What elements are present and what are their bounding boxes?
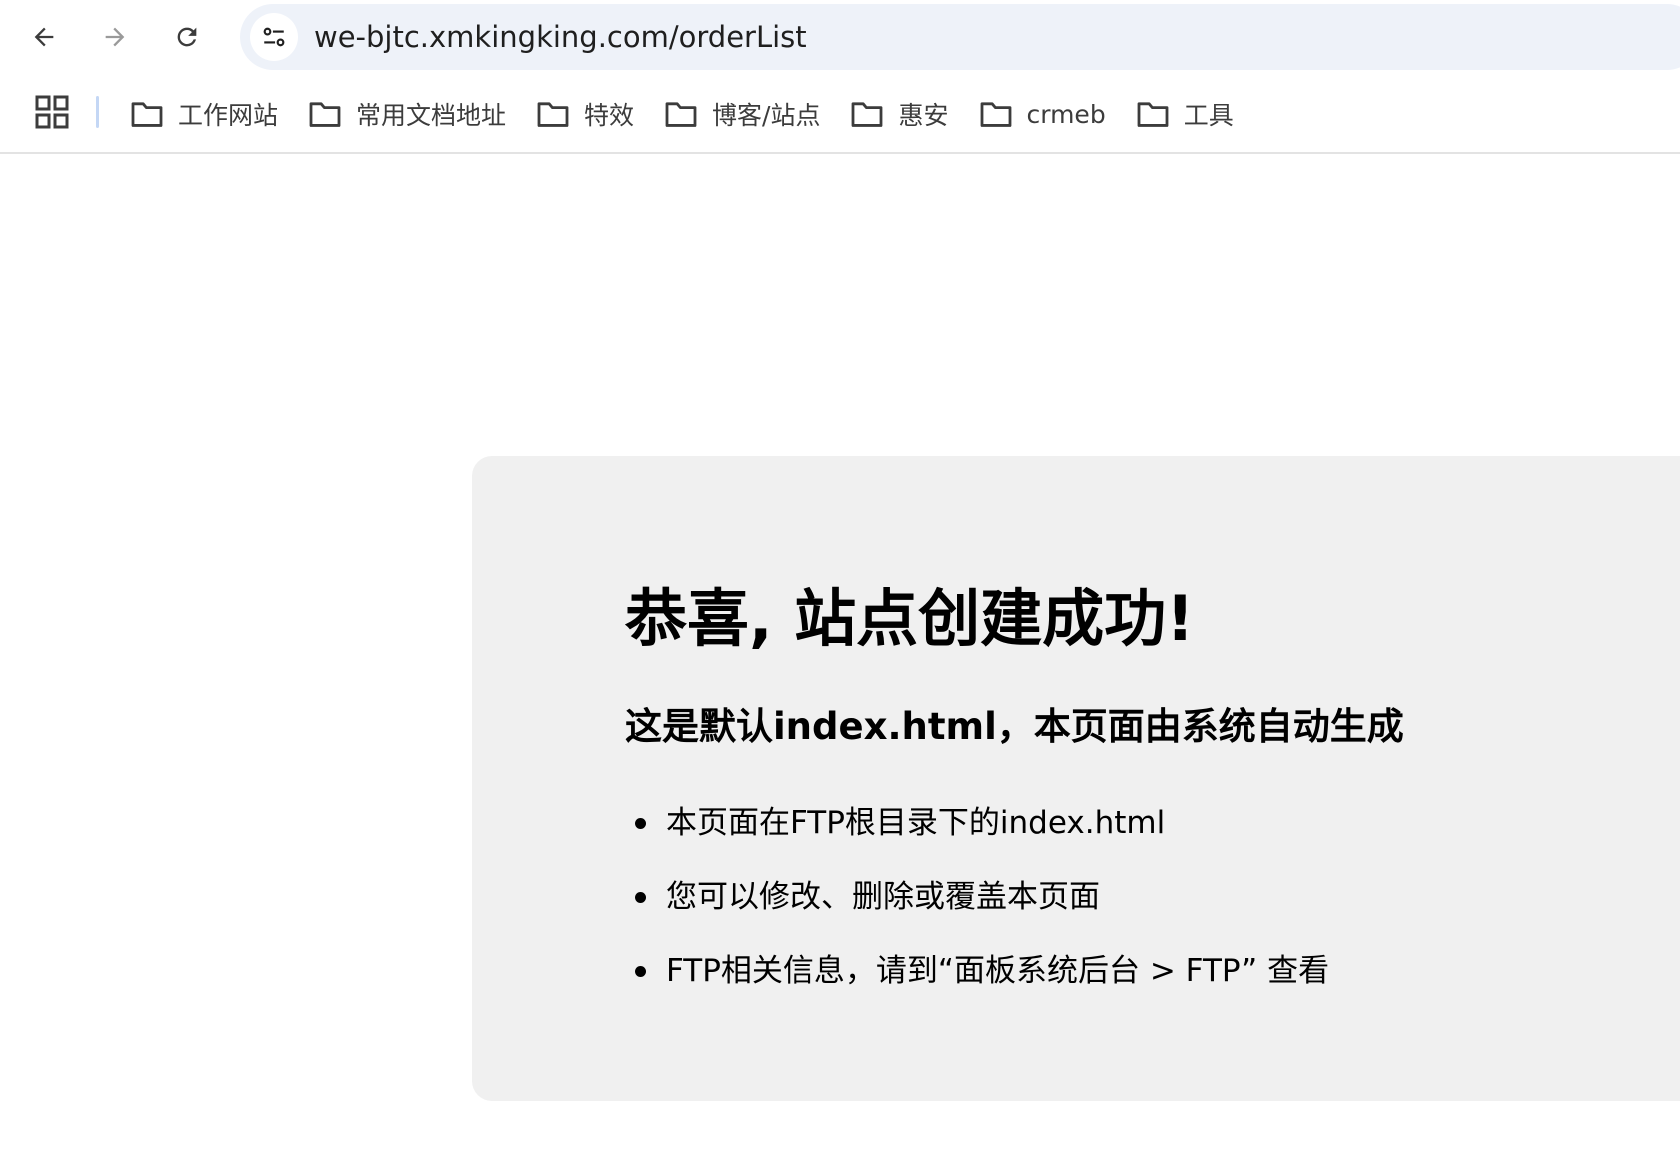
site-info-button[interactable] [250, 13, 298, 61]
bookmark-label: 常用文档地址 [356, 101, 507, 130]
welcome-card: 恭喜, 站点创建成功! 这是默认index.html，本页面由系统自动生成 本页… [472, 456, 1680, 1101]
list-item: 您可以修改、删除或覆盖本页面 [625, 860, 1329, 934]
folder-icon [131, 102, 163, 127]
page-subtitle: 这是默认index.html，本页面由系统自动生成 [625, 705, 1404, 748]
bookmark-folder-docs[interactable]: 常用文档地址 [306, 88, 514, 140]
bookmark-label: 工具 [1183, 101, 1234, 130]
bookmark-label: crmeb [1026, 99, 1106, 129]
page-title: 恭喜, 站点创建成功! [625, 582, 1195, 655]
folder-icon [980, 102, 1011, 127]
folder-icon [852, 102, 883, 127]
tune-icon [263, 27, 285, 47]
info-list: 本页面在FTP根目录下的index.html 您可以修改、删除或覆盖本页面 FT… [625, 786, 1329, 1008]
bookmarks-separator [96, 96, 99, 128]
folder-icon [665, 102, 697, 127]
arrow-right-icon [105, 27, 125, 47]
bookmark-list: 工作网站 常用文档地址 特效 博客/站点 惠安 crmeb 工具 [128, 76, 1262, 152]
bookmark-folder-crmeb[interactable]: crmeb [977, 88, 1114, 140]
folder-icon [309, 102, 341, 127]
back-button[interactable] [21, 14, 67, 60]
reload-icon [177, 27, 197, 47]
bookmark-folder-huian[interactable]: 惠安 [848, 88, 956, 140]
bookmark-label: 特效 [584, 101, 635, 130]
forward-button[interactable] [92, 14, 138, 60]
browser-toolbar: we-bjtc.xmkingking.com/orderList [0, 0, 1680, 74]
bookmark-folder-blogs[interactable]: 博客/站点 [662, 88, 828, 140]
address-bar[interactable]: we-bjtc.xmkingking.com/orderList [240, 4, 1680, 70]
apps-grid-icon[interactable] [34, 94, 70, 130]
folder-icon [537, 102, 569, 127]
bookmark-label: 工作网站 [178, 101, 279, 130]
page-content: 恭喜, 站点创建成功! 这是默认index.html，本页面由系统自动生成 本页… [0, 154, 1680, 1161]
bookmark-label: 博客/站点 [712, 101, 821, 130]
bookmark-folder-tools[interactable]: 工具 [1134, 88, 1242, 140]
folder-icon [1137, 102, 1169, 127]
bookmark-label: 惠安 [898, 101, 949, 130]
list-item: FTP相关信息，请到“面板系统后台 > FTP” 查看 [625, 934, 1329, 1008]
bookmark-folder-work[interactable]: 工作网站 [128, 88, 286, 140]
bookmark-folder-effects[interactable]: 特效 [534, 88, 642, 140]
bookmarks-bar: 工作网站 常用文档地址 特效 博客/站点 惠安 crmeb 工具 [0, 76, 1680, 154]
url-text[interactable]: we-bjtc.xmkingking.com/orderList [314, 4, 807, 70]
arrow-left-icon [34, 27, 54, 47]
list-item: 本页面在FTP根目录下的index.html [625, 786, 1329, 860]
reload-button[interactable] [164, 14, 210, 60]
